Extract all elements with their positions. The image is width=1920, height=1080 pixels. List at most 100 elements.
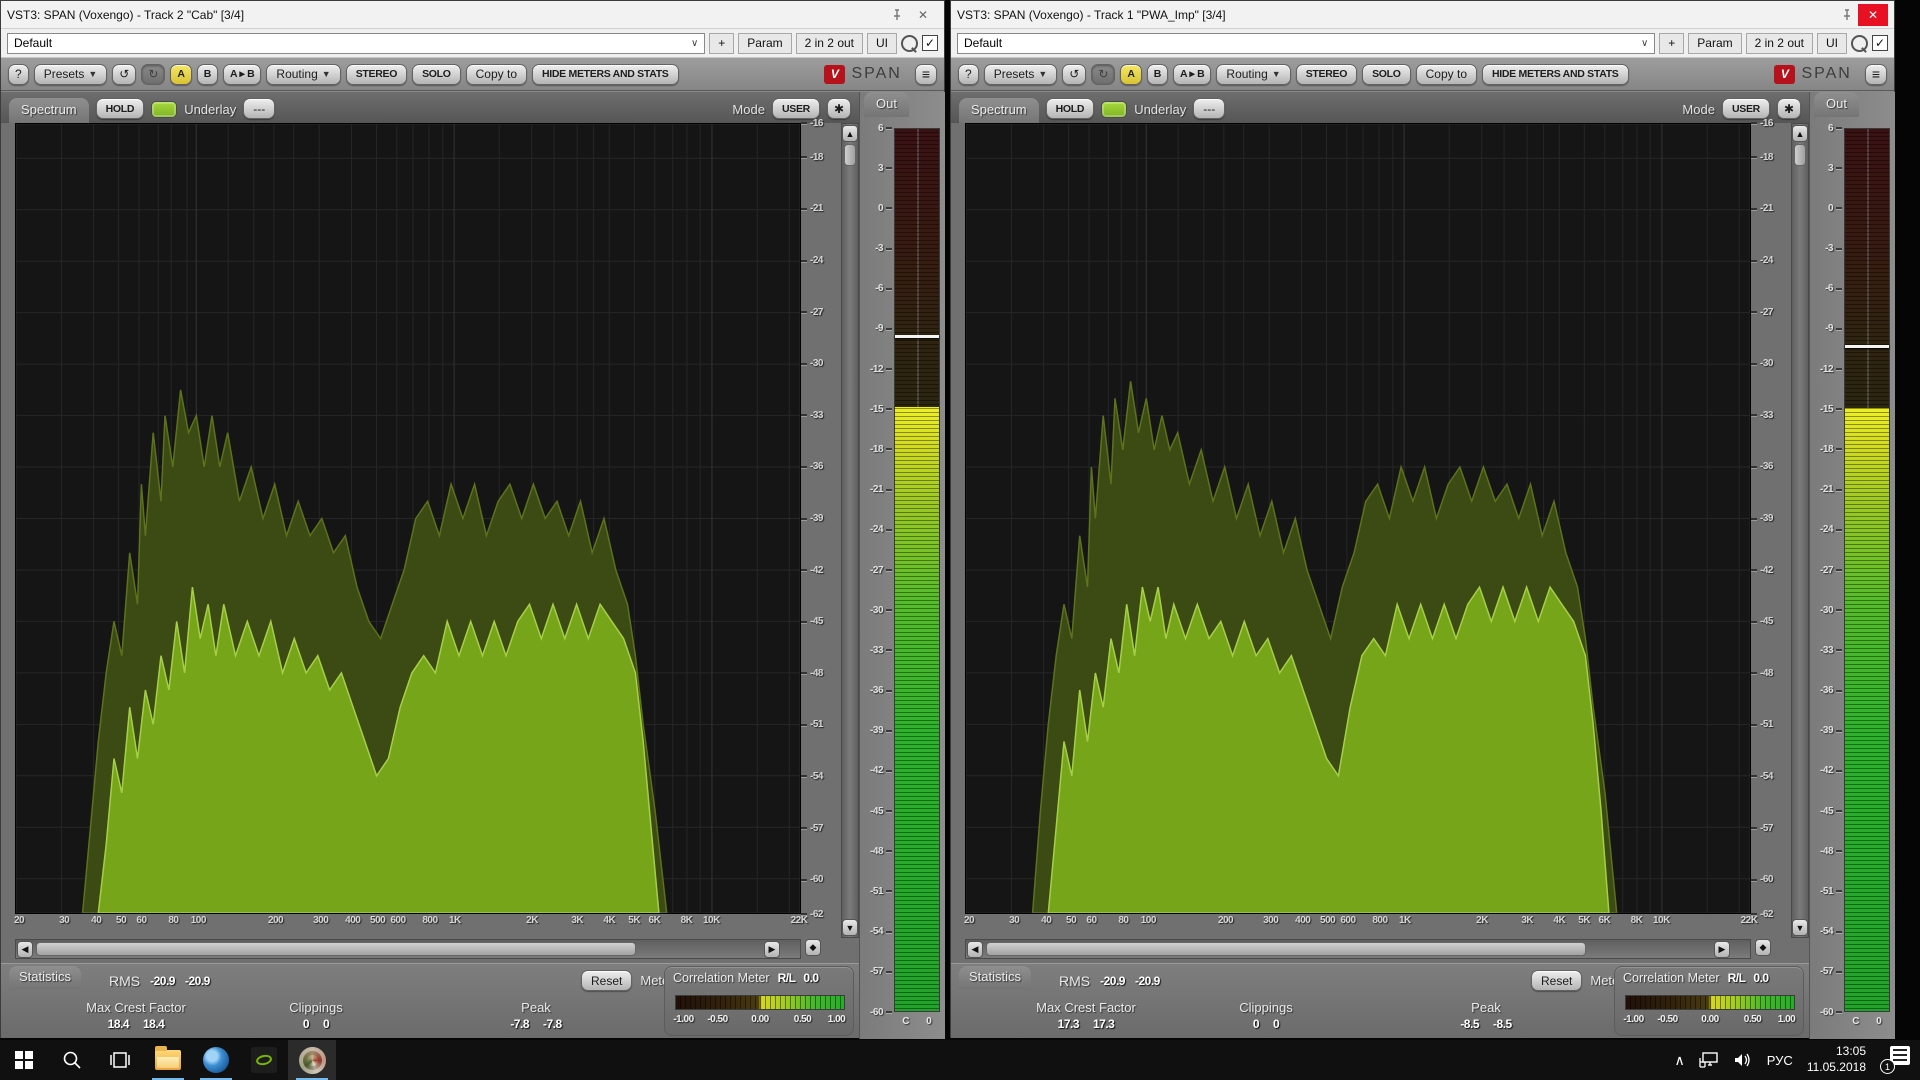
enable-checkbox[interactable]: ✓ bbox=[922, 35, 938, 51]
statistics-tab[interactable]: Statistics bbox=[959, 966, 1031, 989]
undo-button[interactable]: ↺ bbox=[112, 64, 136, 85]
titlebar[interactable]: VST3: SPAN (Voxengo) - Track 1 "PWA_Imp"… bbox=[951, 1, 1894, 29]
task-view-button[interactable] bbox=[96, 1040, 144, 1080]
pin-icon[interactable] bbox=[886, 5, 908, 25]
hide-meters-button[interactable]: HIDE METERS AND STATS bbox=[532, 64, 679, 85]
horizontal-scroll-thumb[interactable] bbox=[36, 942, 636, 956]
undo-button[interactable]: ↺ bbox=[1062, 64, 1086, 85]
preset-combobox[interactable]: Default ∨ bbox=[7, 33, 705, 54]
presets-button[interactable]: Presets▼ bbox=[984, 64, 1058, 85]
search-icon[interactable] bbox=[48, 1040, 96, 1080]
horizontal-scrollbar[interactable]: ◀ ▶ bbox=[965, 939, 1751, 959]
stereo-button[interactable]: STEREO bbox=[346, 64, 407, 85]
bypass-knob-icon[interactable] bbox=[1851, 35, 1868, 52]
spectrum-plot[interactable] bbox=[965, 123, 1751, 914]
bypass-knob-icon[interactable] bbox=[901, 35, 918, 52]
presets-button[interactable]: Presets▼ bbox=[34, 64, 108, 85]
out-level-meter[interactable] bbox=[1844, 128, 1890, 1012]
spectrum-color-swatch[interactable] bbox=[1101, 101, 1127, 118]
out-tab[interactable]: Out bbox=[864, 92, 909, 117]
out-tab[interactable]: Out bbox=[1814, 92, 1859, 117]
param-button[interactable]: Param bbox=[1688, 33, 1741, 54]
zoom-reset-button[interactable]: ◆ bbox=[1755, 939, 1771, 956]
a-to-b-copy-button[interactable]: A ▸ B bbox=[223, 64, 261, 85]
scroll-up-button[interactable]: ▲ bbox=[842, 125, 858, 142]
language-indicator[interactable]: РУС bbox=[1767, 1053, 1793, 1068]
vertical-scroll-thumb[interactable] bbox=[844, 144, 856, 166]
a-to-b-copy-button[interactable]: A ▸ B bbox=[1173, 64, 1211, 85]
redo-button[interactable]: ↻ bbox=[141, 64, 165, 85]
close-button[interactable]: ✕ bbox=[1858, 4, 1888, 26]
help-button[interactable]: ? bbox=[8, 64, 29, 85]
routing-button[interactable]: Routing▼ bbox=[266, 64, 340, 85]
copy-to-button[interactable]: Copy to bbox=[1416, 64, 1477, 85]
param-button[interactable]: Param bbox=[738, 33, 791, 54]
statistics-tab[interactable]: Statistics bbox=[9, 966, 81, 989]
hide-meters-button[interactable]: HIDE METERS AND STATS bbox=[1482, 64, 1629, 85]
solo-button[interactable]: SOLO bbox=[1362, 64, 1411, 85]
hold-button[interactable]: HOLD bbox=[1046, 98, 1095, 119]
scroll-left-button[interactable]: ◀ bbox=[967, 941, 983, 958]
ui-button[interactable]: UI bbox=[1817, 33, 1847, 54]
mode-select-button[interactable]: USER bbox=[772, 98, 820, 119]
io-config-button[interactable]: 2 in 2 out bbox=[796, 33, 863, 54]
out-level-meter[interactable] bbox=[894, 128, 940, 1012]
scroll-right-button[interactable]: ▶ bbox=[1714, 941, 1730, 958]
routing-button[interactable]: Routing▼ bbox=[1216, 64, 1290, 85]
scroll-up-button[interactable]: ▲ bbox=[1792, 125, 1808, 142]
copy-to-button[interactable]: Copy to bbox=[466, 64, 527, 85]
reset-button[interactable]: Reset bbox=[1531, 970, 1582, 991]
mode-select-button[interactable]: USER bbox=[1722, 98, 1770, 119]
help-button[interactable]: ? bbox=[958, 64, 979, 85]
vertical-scrollbar[interactable]: ▲ ▼ bbox=[1791, 123, 1809, 938]
scroll-down-button[interactable]: ▼ bbox=[842, 919, 858, 936]
spectrum-tab[interactable]: Spectrum bbox=[9, 98, 89, 123]
start-button[interactable] bbox=[0, 1040, 48, 1080]
speaker-icon[interactable] bbox=[1733, 1052, 1753, 1068]
preset-combobox[interactable]: Default ∨ bbox=[957, 33, 1655, 54]
horizontal-scrollbar[interactable]: ◀ ▶ bbox=[15, 939, 801, 959]
add-preset-button[interactable]: + bbox=[709, 33, 734, 54]
gear-icon[interactable]: ✱ bbox=[827, 98, 851, 119]
redo-button[interactable]: ↻ bbox=[1091, 64, 1115, 85]
ab-slot-b-button[interactable]: B bbox=[1147, 64, 1168, 85]
network-icon[interactable] bbox=[1699, 1052, 1719, 1068]
io-config-button[interactable]: 2 in 2 out bbox=[1746, 33, 1813, 54]
scroll-left-button[interactable]: ◀ bbox=[17, 941, 33, 958]
titlebar[interactable]: VST3: SPAN (Voxengo) - Track 2 "Cab" [3/… bbox=[1, 1, 944, 29]
reset-button[interactable]: Reset bbox=[581, 970, 632, 991]
scroll-down-button[interactable]: ▼ bbox=[1792, 919, 1808, 936]
enable-checkbox[interactable]: ✓ bbox=[1872, 35, 1888, 51]
solo-button[interactable]: SOLO bbox=[412, 64, 461, 85]
reaper-app-button[interactable] bbox=[288, 1040, 336, 1080]
file-explorer-button[interactable] bbox=[144, 1040, 192, 1080]
ab-slot-a-button[interactable]: A bbox=[170, 64, 191, 85]
out-tick-label: -42 bbox=[862, 766, 892, 776]
spectrum-plot[interactable] bbox=[15, 123, 801, 914]
pin-icon[interactable] bbox=[1836, 5, 1858, 25]
menu-button[interactable]: ≡ bbox=[915, 64, 937, 85]
action-center-button[interactable]: 1 bbox=[1880, 1046, 1910, 1074]
ab-slot-a-button[interactable]: A bbox=[1120, 64, 1141, 85]
zoom-reset-button[interactable]: ◆ bbox=[805, 939, 821, 956]
underlay-select-button[interactable]: --- bbox=[1193, 98, 1225, 119]
tray-chevron-icon[interactable]: ∧ bbox=[1675, 1052, 1685, 1069]
scroll-right-button[interactable]: ▶ bbox=[764, 941, 780, 958]
vertical-scrollbar[interactable]: ▲ ▼ bbox=[841, 123, 859, 938]
menu-button[interactable]: ≡ bbox=[1865, 64, 1887, 85]
spectrum-color-swatch[interactable] bbox=[151, 101, 177, 118]
spectrum-tab[interactable]: Spectrum bbox=[959, 98, 1039, 123]
nvidia-app-button[interactable] bbox=[240, 1040, 288, 1080]
browser-app-button[interactable] bbox=[192, 1040, 240, 1080]
ui-button[interactable]: UI bbox=[867, 33, 897, 54]
horizontal-scroll-thumb[interactable] bbox=[986, 942, 1586, 956]
stereo-button[interactable]: STEREO bbox=[1296, 64, 1357, 85]
gear-icon[interactable]: ✱ bbox=[1777, 98, 1801, 119]
underlay-select-button[interactable]: --- bbox=[243, 98, 275, 119]
close-button[interactable]: ✕ bbox=[908, 4, 938, 26]
add-preset-button[interactable]: + bbox=[1659, 33, 1684, 54]
hold-button[interactable]: HOLD bbox=[96, 98, 145, 119]
clock[interactable]: 13:05 11.05.2018 bbox=[1807, 1044, 1866, 1075]
ab-slot-b-button[interactable]: B bbox=[197, 64, 218, 85]
vertical-scroll-thumb[interactable] bbox=[1794, 144, 1806, 166]
